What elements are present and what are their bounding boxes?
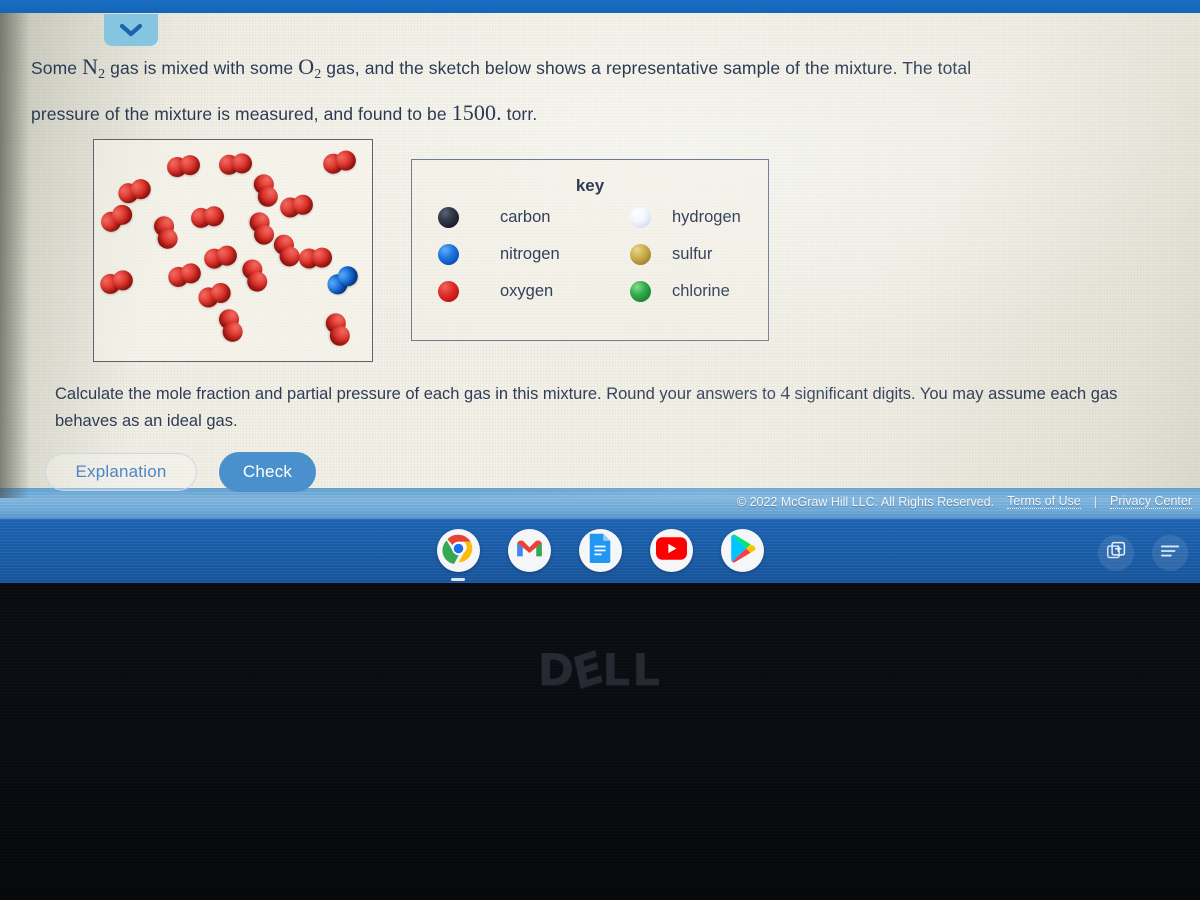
oxygen-molecule (189, 205, 226, 229)
oxygen-molecule (239, 256, 271, 295)
question-part-2: gas is mixed with some (105, 58, 299, 78)
oxygen-molecule (97, 267, 136, 297)
screenshot-root: Some N2 gas is mixed with some O2 gas, a… (0, 0, 1200, 900)
explanation-button[interactable]: Explanation (45, 453, 197, 491)
oxygen-molecule (218, 152, 254, 176)
dell-logo-text: DELL (537, 640, 663, 701)
dell-brand-logo: DELL (0, 640, 1200, 701)
key-title: key (575, 176, 605, 195)
molecule-sketch-box (93, 139, 373, 362)
key-entries: carbon hydrogen nitrogen sulfur oxygen c… (412, 207, 768, 302)
oxygen-molecule (165, 153, 202, 179)
question-part-4: pressure of the mixture is measured, and… (31, 104, 452, 124)
check-button[interactable]: Check (219, 452, 316, 492)
carbon-dot-icon (438, 207, 459, 228)
chevron-down-icon (118, 22, 144, 38)
oxygen-molecule (216, 306, 246, 345)
formula-nitrogen: N2 (82, 54, 106, 82)
chlorine-dot-icon (630, 281, 651, 302)
instruction-text: Calculate the mole fraction and partial … (55, 380, 1180, 435)
oxygen-molecule (298, 246, 333, 270)
action-button-row: Explanation Check (45, 452, 316, 492)
key-label-carbon: carbon (500, 208, 551, 226)
oxygen-molecule (321, 148, 359, 176)
oxygen-molecule (165, 260, 204, 290)
oxygen-molecule (115, 176, 155, 206)
key-label-chlorine: chlorine (672, 282, 730, 300)
page-content: Some N2 gas is mixed with some O2 gas, a… (0, 0, 1200, 586)
oxygen-molecule (97, 201, 136, 236)
key-label-oxygen: oxygen (500, 282, 554, 300)
question-text: Some N2 gas is mixed with some O2 gas, a… (31, 48, 1171, 133)
key-label-hydrogen: hydrogen (672, 208, 741, 226)
monitor-bezel (0, 583, 1200, 900)
oxygen-dot-icon (438, 281, 459, 302)
laptop-screen: Some N2 gas is mixed with some O2 gas, a… (0, 0, 1200, 586)
formula-oxygen: O2 (298, 54, 322, 82)
atom (311, 246, 333, 269)
question-part-5: torr. (501, 104, 538, 124)
oxygen-molecule (151, 213, 181, 252)
significant-digits-value: 4 (780, 383, 790, 404)
oxygen-molecule (195, 280, 235, 311)
oxygen-molecule (278, 192, 315, 220)
oxygen-molecule (202, 243, 240, 271)
nitrogen-dot-icon (438, 244, 459, 265)
key-legend-box: key carbon hydrogen nitrogen sulfur oxyg… (411, 159, 769, 341)
instruction-part-1: Calculate the mole fraction and partial … (55, 385, 781, 403)
collapse-panel-tab[interactable] (104, 14, 158, 46)
oxygen-molecule (251, 171, 281, 211)
key-label-sulfur: sulfur (672, 245, 713, 263)
total-pressure-value: 1500. (451, 100, 502, 125)
oxygen-molecule (323, 310, 353, 350)
key-label-nitrogen: nitrogen (500, 245, 560, 263)
sulfur-dot-icon (630, 244, 651, 265)
nitrogen-molecule (323, 262, 362, 299)
question-part-1: Some (31, 58, 83, 78)
question-part-3: gas, and the sketch below shows a repres… (321, 58, 972, 78)
hydrogen-dot-icon (630, 207, 651, 228)
